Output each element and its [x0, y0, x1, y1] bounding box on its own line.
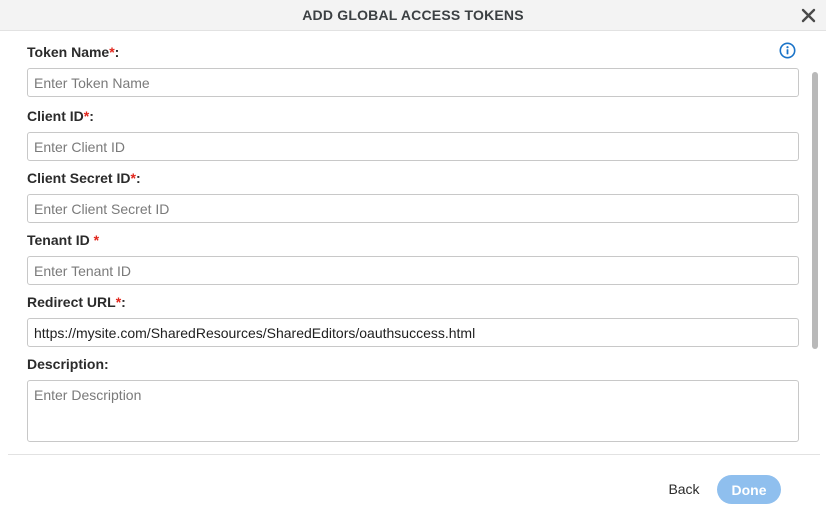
tenant-id-label-text: Tenant ID [27, 232, 94, 248]
redirect-url-label-text: Redirect URL [27, 294, 116, 310]
client-secret-id-label: Client Secret ID*: [27, 170, 141, 186]
close-icon[interactable] [801, 8, 816, 23]
label-suffix: : [89, 108, 94, 124]
client-id-label-text: Client ID [27, 108, 84, 124]
footer-divider [8, 454, 820, 455]
required-mark: * [93, 232, 100, 248]
description-textarea[interactable] [27, 380, 799, 442]
label-suffix: : [114, 44, 120, 60]
info-icon[interactable] [779, 42, 796, 59]
dialog-title: ADD GLOBAL ACCESS TOKENS [302, 7, 524, 23]
redirect-url-input[interactable] [27, 318, 799, 347]
dialog-header: ADD GLOBAL ACCESS TOKENS [0, 0, 826, 31]
dialog-body: Token Name*: Client ID*: Client Secret I… [0, 31, 826, 454]
back-button[interactable]: Back [660, 476, 708, 502]
token-name-label-text: Token Name [27, 44, 110, 60]
token-name-input[interactable] [27, 68, 799, 97]
description-label: Description: [27, 356, 109, 372]
client-secret-id-label-text: Client Secret ID [27, 170, 131, 186]
client-id-label: Client ID*: [27, 108, 94, 124]
client-id-input[interactable] [27, 132, 799, 161]
label-suffix: : [121, 294, 126, 310]
tenant-id-input[interactable] [27, 256, 799, 285]
label-suffix: : [135, 170, 141, 186]
redirect-url-label: Redirect URL*: [27, 294, 126, 310]
client-secret-id-input[interactable] [27, 194, 799, 223]
scrollbar-thumb[interactable] [812, 72, 818, 349]
token-name-label: Token Name*: [27, 44, 119, 60]
add-global-access-tokens-dialog: ADD GLOBAL ACCESS TOKENS Token Name*: Cl… [0, 0, 826, 517]
done-button[interactable]: Done [717, 475, 781, 504]
tenant-id-label: Tenant ID * [27, 232, 99, 248]
